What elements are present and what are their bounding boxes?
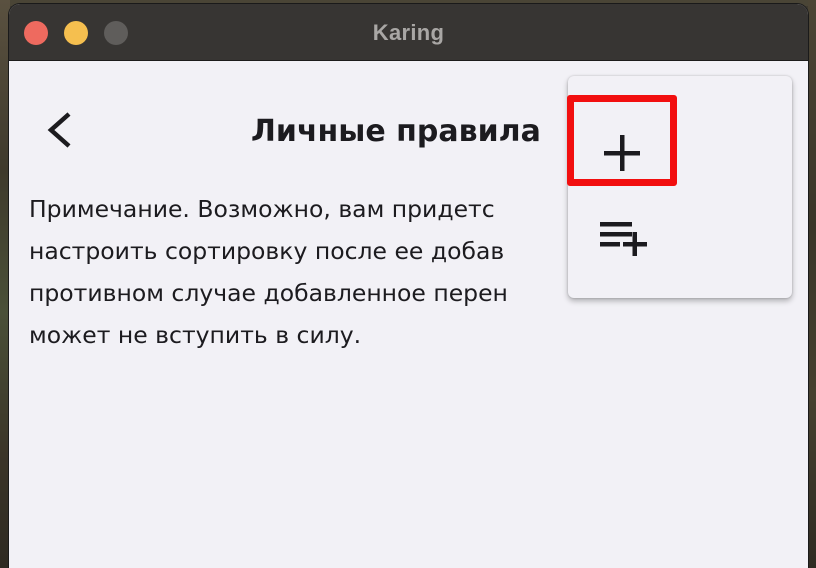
playlist-add-icon: [600, 222, 647, 256]
note-line: может не вступить в силу.: [29, 321, 362, 349]
popup-menu: [568, 76, 792, 298]
add-rule-list-menu-item[interactable]: [568, 202, 792, 290]
note-line: противном случае добавленное перен: [29, 279, 508, 307]
desktop-background-right: [808, 0, 816, 568]
add-rule-menu-item[interactable]: [568, 106, 792, 194]
back-button[interactable]: [35, 106, 83, 154]
page-title: Личные правила: [251, 114, 541, 149]
window-title: Karing: [372, 20, 445, 45]
title-bar[interactable]: Karing: [9, 4, 808, 61]
note-line: Примечание. Возможно, вам придетс: [29, 195, 495, 223]
chevron-left-icon: [47, 112, 71, 148]
note-line: настроить сортировку после ее добав: [29, 237, 505, 265]
app-window: Karing Личные правила Примечание. Возмож…: [9, 4, 808, 568]
add-icon: [604, 135, 640, 171]
page-content: Личные правила Примечание. Возможно, вам…: [9, 62, 808, 568]
